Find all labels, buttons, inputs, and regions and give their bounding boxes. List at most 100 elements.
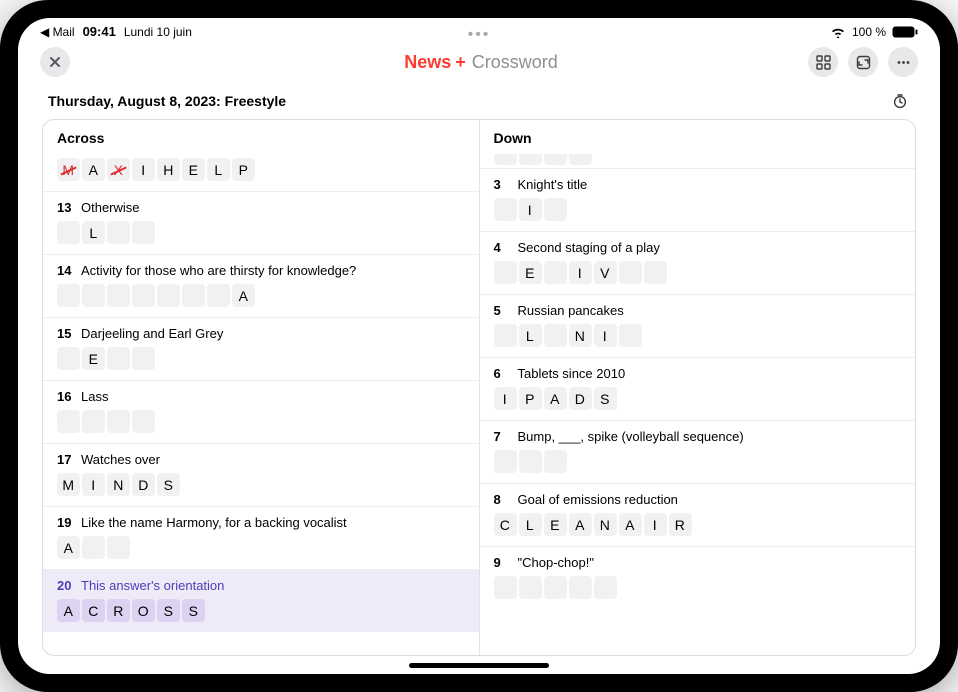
letter-cell[interactable]: A <box>57 599 80 622</box>
letter-cell[interactable] <box>494 261 517 284</box>
letter-cell[interactable]: P <box>519 387 542 410</box>
letter-cell[interactable]: L <box>519 513 542 536</box>
letter-cell[interactable]: L <box>207 158 230 181</box>
letter-cell[interactable] <box>519 576 542 599</box>
clue-row[interactable]: 8Goal of emissions reductionCLEANAIR <box>480 483 916 546</box>
letter-cell[interactable]: E <box>519 261 542 284</box>
letter-cell[interactable]: L <box>519 324 542 347</box>
clue-row[interactable]: 9"Chop-chop!" <box>480 546 916 609</box>
letter-cell[interactable] <box>207 284 230 307</box>
letter-cell[interactable] <box>544 324 567 347</box>
letter-cell[interactable]: I <box>132 158 155 181</box>
letter-cell[interactable]: A <box>569 513 592 536</box>
letter-cell[interactable] <box>569 154 592 165</box>
letter-cell[interactable]: N <box>107 473 130 496</box>
letter-cell[interactable] <box>107 284 130 307</box>
clue-row[interactable] <box>480 154 916 168</box>
letter-cell[interactable]: A <box>544 387 567 410</box>
clue-row[interactable]: 7Bump, ___, spike (volleyball sequence) <box>480 420 916 483</box>
letter-cell[interactable]: D <box>132 473 155 496</box>
letter-cell[interactable]: S <box>182 599 205 622</box>
clue-row[interactable]: 5Russian pancakesLNI <box>480 294 916 357</box>
letter-cell[interactable] <box>132 221 155 244</box>
letter-cell[interactable] <box>619 261 642 284</box>
letter-cell[interactable] <box>82 410 105 433</box>
letter-cell[interactable]: A <box>232 284 255 307</box>
clue-row[interactable]: 16Lass <box>43 380 479 443</box>
letter-cell[interactable]: N <box>594 513 617 536</box>
letter-cell[interactable] <box>107 221 130 244</box>
letter-cell[interactable]: L <box>82 221 105 244</box>
clue-row[interactable]: 6Tablets since 2010IPADS <box>480 357 916 420</box>
letter-cell[interactable] <box>57 410 80 433</box>
letter-cell[interactable] <box>494 450 517 473</box>
letter-cell[interactable] <box>644 261 667 284</box>
letter-cell[interactable] <box>82 284 105 307</box>
letter-cell[interactable]: O <box>132 599 155 622</box>
back-to-app-link[interactable]: ◀ Mail <box>40 25 75 39</box>
letter-cell[interactable]: E <box>544 513 567 536</box>
letter-cell[interactable] <box>132 410 155 433</box>
letter-cell[interactable] <box>619 324 642 347</box>
letter-cell[interactable]: I <box>82 473 105 496</box>
letter-cell[interactable]: D <box>569 387 592 410</box>
clue-row[interactable]: 4Second staging of a playEIV <box>480 231 916 294</box>
letter-cell[interactable]: R <box>107 599 130 622</box>
letter-cell[interactable]: I <box>519 198 542 221</box>
letter-cell[interactable] <box>519 450 542 473</box>
letter-cell[interactable] <box>544 198 567 221</box>
letter-cell[interactable]: A <box>82 158 105 181</box>
letter-cell[interactable] <box>494 154 517 165</box>
letter-cell[interactable]: E <box>182 158 205 181</box>
timer-icon[interactable] <box>890 91 910 111</box>
letter-cell[interactable]: N <box>569 324 592 347</box>
letter-cell[interactable] <box>494 324 517 347</box>
letter-cell[interactable] <box>494 198 517 221</box>
home-indicator[interactable] <box>409 663 549 668</box>
letter-cell[interactable]: I <box>569 261 592 284</box>
letter-cell[interactable] <box>82 536 105 559</box>
letter-cell[interactable]: E <box>82 347 105 370</box>
letter-cell[interactable]: A <box>57 536 80 559</box>
clue-row[interactable]: 13OtherwiseL <box>43 191 479 254</box>
expand-button[interactable] <box>848 47 878 77</box>
clue-row[interactable]: 19Like the name Harmony, for a backing v… <box>43 506 479 569</box>
clue-row[interactable]: 17Watches overMINDS <box>43 443 479 506</box>
letter-cell[interactable] <box>132 347 155 370</box>
letter-cell[interactable] <box>519 154 542 165</box>
letter-cell[interactable]: I <box>594 324 617 347</box>
clue-row[interactable]: 3Knight's titleI <box>480 168 916 231</box>
clue-row[interactable]: 14Activity for those who are thirsty for… <box>43 254 479 317</box>
letter-cell[interactable]: M <box>57 158 80 181</box>
letter-cell[interactable] <box>157 284 180 307</box>
close-button[interactable] <box>40 47 70 77</box>
letter-cell[interactable]: P <box>232 158 255 181</box>
letter-cell[interactable]: I <box>494 387 517 410</box>
letter-cell[interactable] <box>182 284 205 307</box>
letter-cell[interactable]: S <box>157 473 180 496</box>
multitask-dots-icon[interactable]: ••• <box>468 26 491 44</box>
letter-cell[interactable] <box>544 450 567 473</box>
letter-cell[interactable] <box>544 154 567 165</box>
letter-cell[interactable]: H <box>157 158 180 181</box>
more-button[interactable] <box>888 47 918 77</box>
letter-cell[interactable] <box>594 576 617 599</box>
letter-cell[interactable] <box>107 410 130 433</box>
letter-cell[interactable]: C <box>494 513 517 536</box>
letter-cell[interactable] <box>569 576 592 599</box>
letter-cell[interactable] <box>107 347 130 370</box>
letter-cell[interactable]: V <box>594 261 617 284</box>
clue-row[interactable]: 15Darjeeling and Earl GreyE <box>43 317 479 380</box>
clue-row[interactable]: 20This answer's orientationACROSS <box>43 569 479 632</box>
grid-view-button[interactable] <box>808 47 838 77</box>
letter-cell[interactable]: X <box>107 158 130 181</box>
letter-cell[interactable]: A <box>619 513 642 536</box>
letter-cell[interactable]: C <box>82 599 105 622</box>
letter-cell[interactable]: S <box>594 387 617 410</box>
letter-cell[interactable] <box>57 221 80 244</box>
letter-cell[interactable]: M <box>57 473 80 496</box>
letter-cell[interactable] <box>107 536 130 559</box>
letter-cell[interactable] <box>544 261 567 284</box>
letter-cell[interactable] <box>57 284 80 307</box>
letter-cell[interactable]: I <box>644 513 667 536</box>
